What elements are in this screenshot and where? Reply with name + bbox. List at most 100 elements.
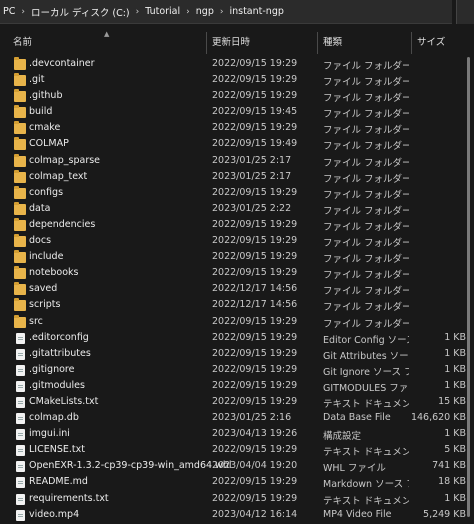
column-size-header[interactable]: サイズ [417, 28, 445, 56]
file-row[interactable]: docs 2022/09/15 19:29 ファイル フォルダー [0, 234, 474, 250]
column-divider[interactable] [206, 32, 207, 54]
file-type: ファイル フォルダー [323, 270, 409, 282]
file-row[interactable]: .gitmodules 2022/09/15 19:29 GITMODULES ファ… [0, 379, 474, 395]
file-name: COLMAP [29, 138, 69, 150]
folder-icon [14, 105, 26, 119]
file-row[interactable]: COLMAP 2022/09/15 19:49 ファイル フォルダー [0, 137, 474, 153]
file-name: include [29, 251, 64, 263]
file-name: video.mp4 [29, 508, 80, 520]
file-row[interactable]: src 2022/09/15 19:29 ファイル フォルダー [0, 314, 474, 331]
file-icon [16, 348, 25, 360]
breadcrumb-item[interactable]: PC [3, 6, 15, 17]
file-row[interactable]: colmap_text 2023/01/25 2:17 ファイル フォルダー [0, 169, 474, 186]
file-row[interactable]: CMakeLists.txt 2022/09/15 19:29 テキスト ドキュメン… [0, 395, 474, 411]
file-date: 2022/09/15 19:45 [212, 106, 298, 118]
file-row[interactable]: cmake 2022/09/15 19:29 ファイル フォルダー [0, 121, 474, 137]
file-name: imgui.ini [29, 428, 70, 440]
file-type: ファイル フォルダー [323, 221, 409, 233]
file-row[interactable]: build 2022/09/15 19:45 ファイル フォルダー [0, 105, 474, 121]
file-row[interactable]: include 2022/09/15 19:29 ファイル フォルダー [0, 250, 474, 266]
file-date: 2022/09/15 19:29 [212, 331, 298, 343]
breadcrumb-item[interactable]: Tutorial [145, 6, 180, 17]
breadcrumb-item[interactable]: instant-ngp [229, 6, 283, 17]
folder-icon [14, 298, 26, 312]
column-date-header[interactable]: 更新日時 [212, 28, 250, 56]
folder-icon [14, 89, 26, 103]
vertical-scrollbar[interactable] [466, 57, 472, 519]
file-row[interactable]: .git 2022/09/15 19:29 ファイル フォルダー [0, 73, 474, 89]
folder-icon [14, 137, 26, 151]
chevron-right-icon[interactable]: › [220, 7, 224, 17]
file-date: 2023/04/13 19:26 [212, 428, 298, 440]
file-icon [16, 493, 25, 505]
file-date: 2022/09/15 19:29 [212, 218, 298, 230]
column-header: 名前 ▲ 更新日時 種類 サイズ [0, 28, 474, 56]
file-size: 18 KB [438, 476, 466, 488]
file-name: build [29, 106, 53, 118]
file-row[interactable]: colmap_sparse 2023/01/25 2:17 ファイル フォルダー [0, 153, 474, 170]
file-type: ファイル フォルダー [323, 125, 409, 137]
file-name: .git [29, 74, 45, 86]
file-name: cmake [29, 122, 61, 134]
file-row[interactable]: data 2023/01/25 2:22 ファイル フォルダー [0, 201, 474, 218]
file-row[interactable]: colmap.db 2023/01/25 2:16 Data Base File 14… [0, 411, 474, 427]
file-icon [16, 332, 25, 344]
file-icon [16, 413, 25, 425]
file-type: Git Attributes ソー... [323, 350, 409, 362]
file-size: 1 KB [444, 492, 466, 504]
file-name: docs [29, 235, 52, 247]
file-row[interactable]: LICENSE.txt 2022/09/15 19:29 テキスト ドキュメント 5 … [0, 443, 474, 459]
file-type: Editor Config ソース... [323, 334, 409, 346]
file-type: ファイル フォルダー [323, 173, 409, 185]
file-size: 5,249 KB [423, 508, 466, 520]
file-type: テキスト ドキュメント [323, 398, 409, 410]
chevron-right-icon[interactable]: › [136, 7, 140, 17]
file-name: .gitmodules [29, 379, 85, 391]
chevron-right-icon[interactable]: › [21, 7, 25, 17]
file-name: colmap_text [29, 170, 88, 182]
file-type: ファイル フォルダー [323, 109, 409, 121]
breadcrumb-item[interactable]: ローカル ディスク (C:) [31, 5, 130, 19]
file-row[interactable]: notebooks 2022/09/15 19:29 ファイル フォルダー [0, 266, 474, 282]
file-name: saved [29, 283, 58, 295]
file-icon [16, 477, 25, 489]
sort-up-icon: ▲ [104, 30, 110, 38]
file-row[interactable]: .gitattributes 2022/09/15 19:29 Git Attrib… [0, 347, 474, 363]
chevron-right-icon[interactable]: › [186, 7, 190, 17]
file-type: ファイル フォルダー [323, 157, 409, 169]
file-name: colmap.db [29, 412, 79, 424]
file-row[interactable]: scripts 2022/12/17 14:56 ファイル フォルダー [0, 298, 474, 314]
file-type: WHL ファイル [323, 463, 386, 475]
column-type-header[interactable]: 種類 [323, 28, 342, 56]
file-name: OpenEXR-1.3.2-cp39-cp39-win_amd64.whl [29, 460, 232, 472]
file-size: 5 KB [444, 444, 466, 456]
file-name: scripts [29, 299, 61, 311]
file-size: 1 KB [444, 428, 466, 440]
file-type: Git Ignore ソース フ... [323, 366, 409, 378]
file-row[interactable]: .editorconfig 2022/09/15 19:29 Editor Conf… [0, 331, 474, 347]
file-row[interactable]: dependencies 2022/09/15 19:29 ファイル フォルダー [0, 217, 474, 234]
file-type: ファイル フォルダー [323, 141, 409, 153]
file-row[interactable]: video.mp4 2023/04/12 16:14 MP4 Video File 5… [0, 508, 474, 524]
file-type: ファイル フォルダー [323, 189, 409, 201]
column-name-header[interactable]: 名前 [13, 28, 32, 56]
file-row[interactable]: OpenEXR-1.3.2-cp39-cp39-win_amd64.whl 202… [0, 459, 474, 475]
file-row[interactable]: saved 2022/12/17 14:56 ファイル フォルダー [0, 282, 474, 298]
file-row[interactable]: .github 2022/09/15 19:29 ファイル フォルダー [0, 89, 474, 105]
file-date: 2022/09/15 19:29 [212, 379, 298, 391]
breadcrumb-item[interactable]: ngp [196, 6, 214, 17]
search-box-edge[interactable] [456, 0, 474, 24]
file-row[interactable]: .gitignore 2022/09/15 19:29 Git Ignore ソース… [0, 363, 474, 379]
file-row[interactable]: README.md 2022/09/15 19:29 Markdown ソース フ.… [0, 475, 474, 491]
file-row[interactable]: imgui.ini 2023/04/13 19:26 構成設定 1 KB [0, 427, 474, 443]
address-bar[interactable]: PC › ローカル ディスク (C:) › Tutorial › ngp › instant-n… [0, 0, 452, 24]
column-divider[interactable] [317, 32, 318, 54]
file-icon [16, 429, 25, 441]
scrollbar-thumb[interactable] [467, 57, 470, 517]
column-divider[interactable] [411, 32, 412, 54]
file-row[interactable]: configs 2022/09/15 19:29 ファイル フォルダー [0, 185, 474, 202]
file-row[interactable]: .devcontainer 2022/09/15 19:29 ファイル フォルダー [0, 57, 474, 73]
file-size: 146,620 KB [410, 412, 466, 424]
file-name: .gitignore [29, 363, 75, 375]
file-row[interactable]: requirements.txt 2022/09/15 19:29 テキスト ドキュ… [0, 492, 474, 508]
